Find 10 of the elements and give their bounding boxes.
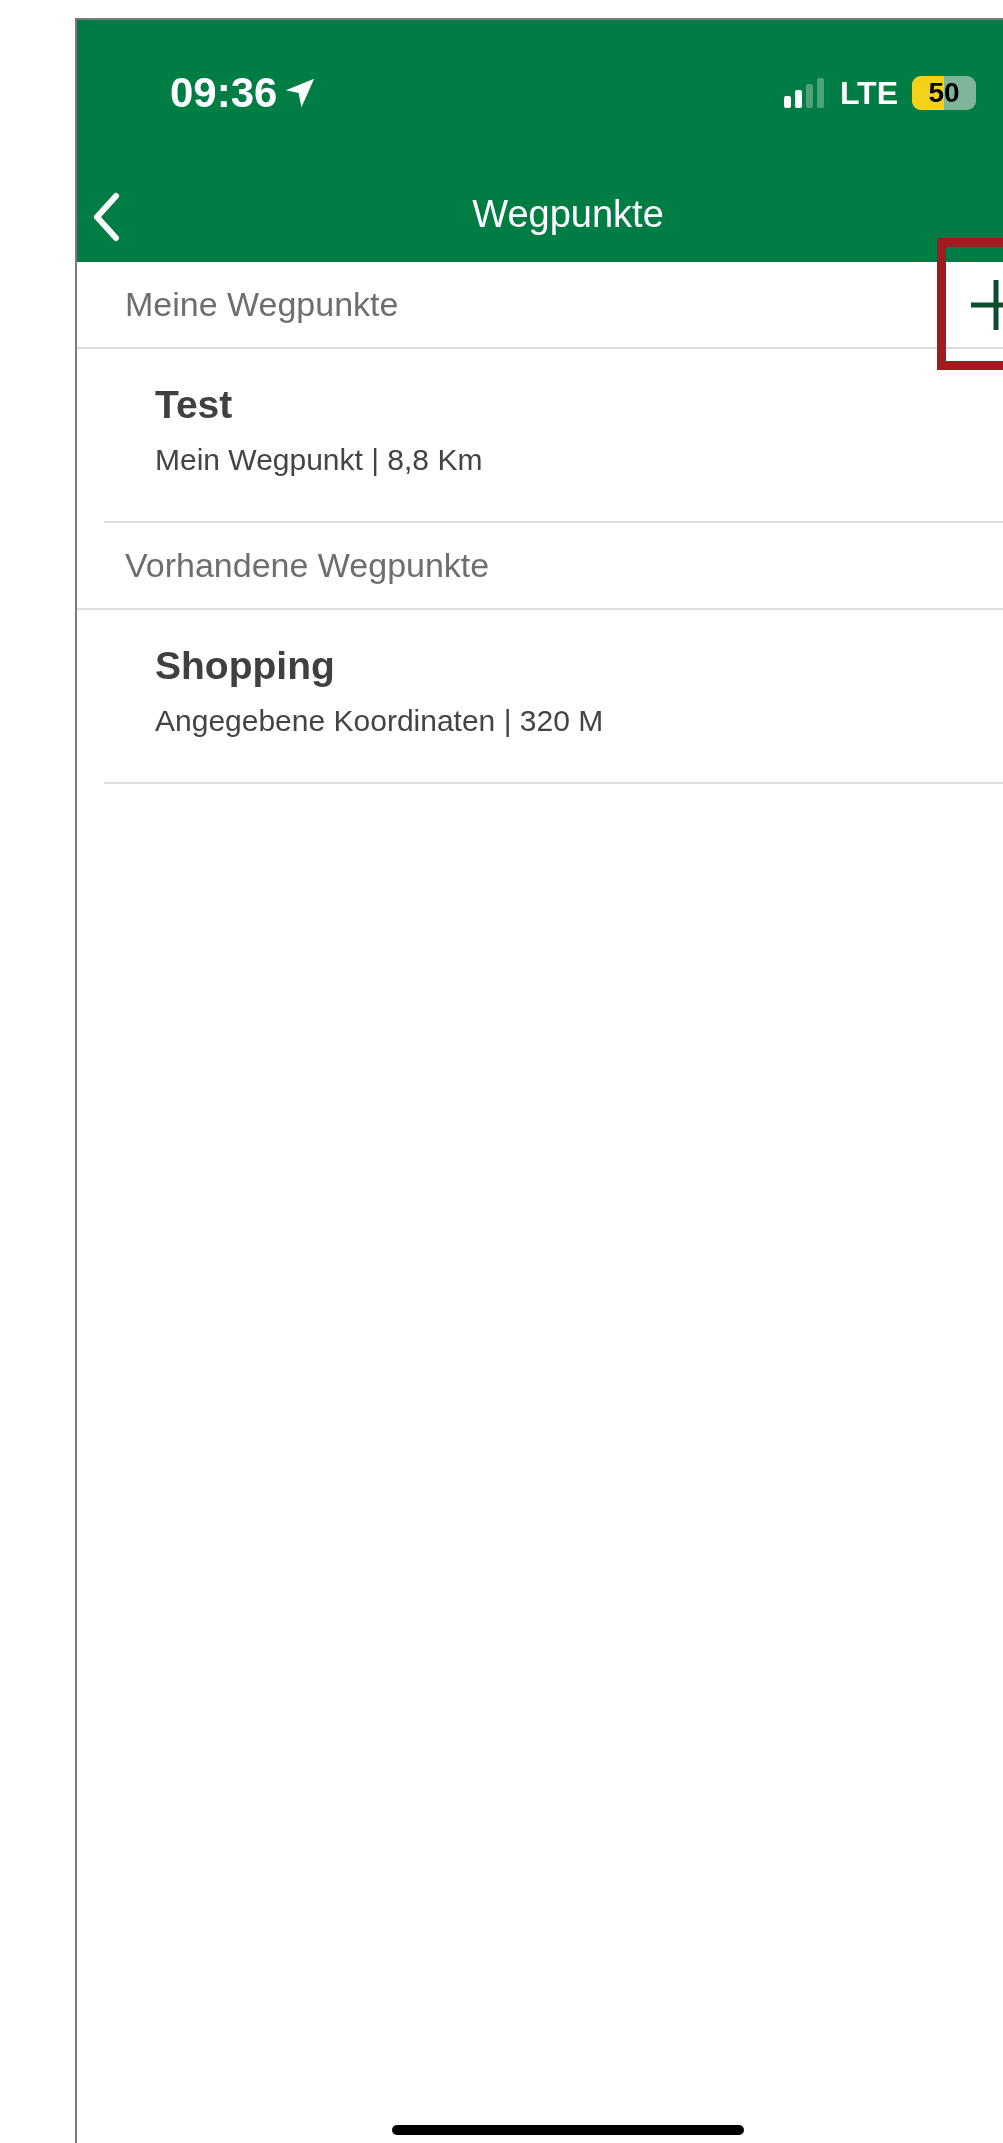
status-time: 09:36 xyxy=(170,69,278,117)
waypoint-item[interactable]: Shopping Angegebene Koordinaten | 320 M xyxy=(104,610,1003,784)
network-label: LTE xyxy=(839,74,898,112)
section-header: Meine Wegpunkte xyxy=(125,285,399,324)
section-header: Vorhandene Wegpunkte xyxy=(125,546,490,585)
signal-icon xyxy=(783,78,826,108)
back-chevron-icon[interactable] xyxy=(91,192,121,242)
waypoint-item[interactable]: Test Mein Wegpunkt | 8,8 Km xyxy=(104,349,1003,523)
screen-title: Wegpunkte xyxy=(472,192,664,236)
battery-indicator: 50 xyxy=(912,76,976,110)
